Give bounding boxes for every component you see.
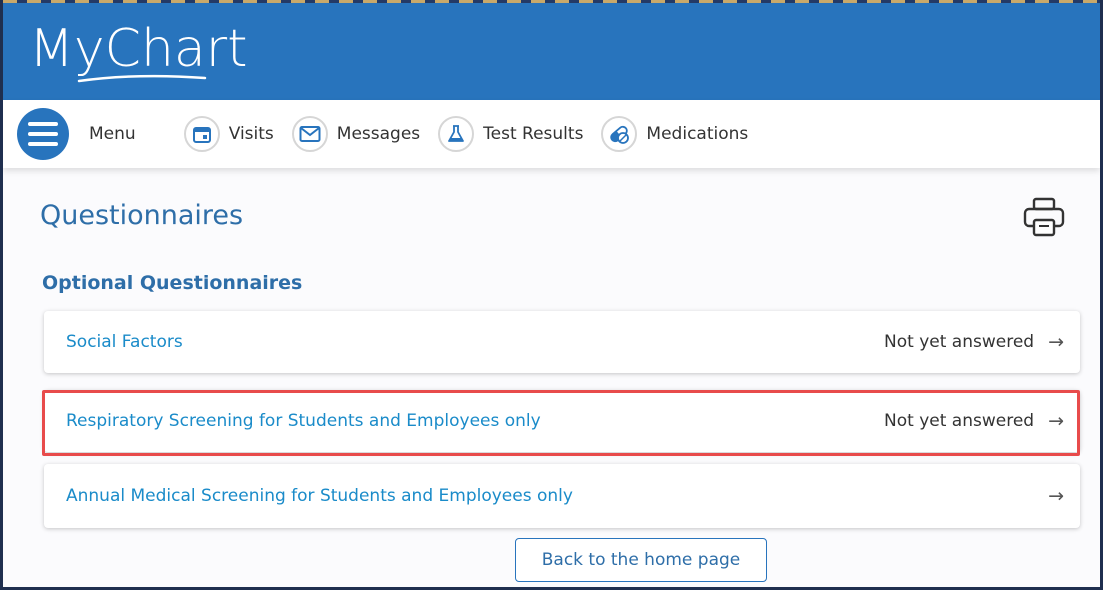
questionnaire-name[interactable]: Respiratory Screening for Students and E… — [66, 411, 884, 431]
hamburger-icon — [17, 108, 69, 160]
printer-icon[interactable] — [1021, 196, 1067, 238]
questionnaire-annual-medical-screening[interactable]: Annual Medical Screening for Students an… — [44, 464, 1080, 528]
nav-messages-label: Messages — [336, 124, 421, 144]
arrow-right-icon: → — [1048, 331, 1064, 353]
menu-button[interactable]: Menu — [17, 100, 136, 168]
header-banner: MyChart — [3, 0, 1100, 100]
window-top-border — [3, 0, 1100, 3]
app-window: MyChart Menu Visits Messages Test Result… — [0, 0, 1103, 590]
questionnaire-social-factors[interactable]: Social Factors Not yet answered → — [44, 311, 1080, 373]
back-to-home-button[interactable]: Back to the home page — [515, 538, 767, 582]
envelope-icon — [291, 116, 328, 152]
arrow-right-icon: → — [1048, 410, 1064, 432]
nav-test-results-label: Test Results — [483, 124, 584, 144]
section-title: Optional Questionnaires — [42, 272, 303, 294]
nav-messages[interactable]: Messages — [291, 100, 421, 168]
questionnaire-status: Not yet answered — [884, 411, 1035, 431]
nav-visits[interactable]: Visits — [183, 100, 274, 168]
nav-visits-label: Visits — [228, 124, 274, 144]
pill-icon — [601, 116, 638, 152]
arrow-right-icon: → — [1048, 485, 1064, 507]
main-content: Questionnaires Optional Questionnaires S… — [3, 168, 1100, 587]
calendar-icon — [183, 116, 220, 152]
nav-test-results[interactable]: Test Results — [438, 100, 583, 168]
questionnaire-status: Not yet answered — [884, 332, 1035, 352]
nav-medications[interactable]: Medications — [601, 100, 748, 168]
menu-label: Menu — [89, 124, 136, 144]
logo-swoosh-icon — [77, 74, 207, 83]
questionnaire-name[interactable]: Social Factors — [66, 332, 884, 352]
nav-medications-label: Medications — [646, 124, 749, 144]
page-title: Questionnaires — [40, 200, 244, 231]
main-nav: Menu Visits Messages Test Results Medica… — [3, 100, 1100, 168]
questionnaire-name[interactable]: Annual Medical Screening for Students an… — [66, 486, 1034, 506]
flask-icon — [438, 116, 475, 152]
questionnaire-respiratory-screening[interactable]: Respiratory Screening for Students and E… — [44, 390, 1080, 452]
